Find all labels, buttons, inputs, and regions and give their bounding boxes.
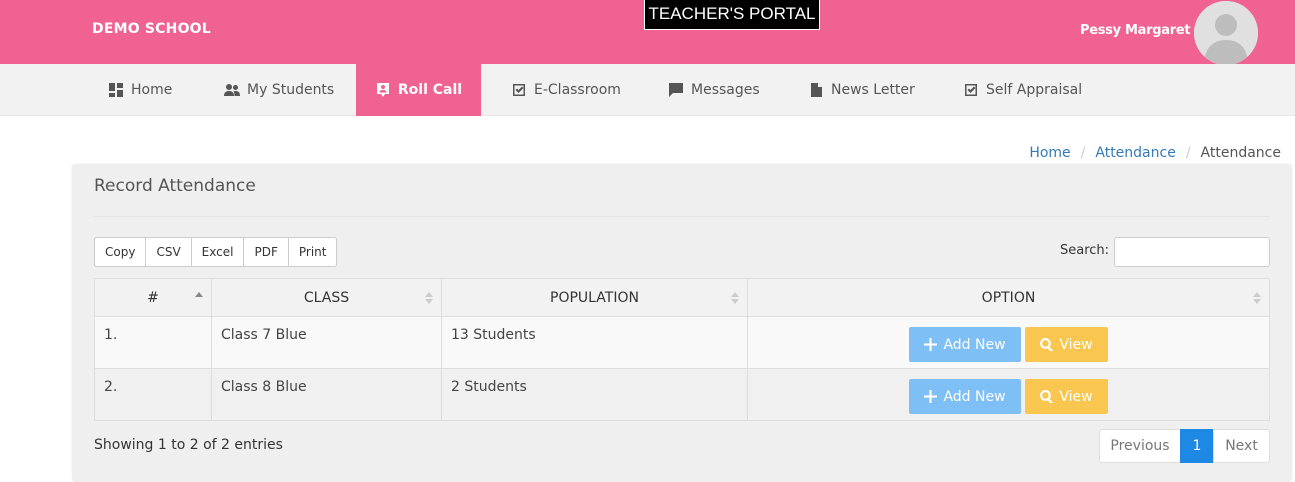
main-nav: Home My Students Roll Call E-Classroom M… — [0, 64, 1295, 116]
row-number: 1. — [94, 316, 212, 369]
nav-item-news-letter[interactable]: News Letter — [808, 64, 915, 116]
row-options: Add New View — [747, 368, 1270, 421]
column-header-class[interactable]: CLASS — [211, 278, 442, 317]
nav-label: E-Classroom — [534, 82, 621, 98]
sort-icon — [425, 292, 433, 304]
csv-button[interactable]: CSV — [145, 237, 192, 267]
table-header-row: # CLASS POPULATION OPTION — [94, 278, 1270, 317]
message-icon — [669, 83, 683, 97]
top-header: DEMO SCHOOL TEACHER'S PORTAL Pessy Marga… — [0, 0, 1295, 65]
excel-button[interactable]: Excel — [190, 237, 245, 267]
document-icon — [811, 83, 822, 97]
row-population: 13 Students — [441, 316, 748, 369]
view-button[interactable]: View — [1025, 379, 1108, 414]
people-icon — [224, 84, 240, 96]
checkbox-icon — [513, 84, 525, 96]
user-name: Pessy Margaret — [1080, 23, 1191, 38]
next-page-button[interactable]: Next — [1213, 429, 1270, 463]
add-new-button[interactable]: Add New — [909, 327, 1021, 362]
row-population: 2 Students — [441, 368, 748, 421]
breadcrumb-attendance[interactable]: Attendance — [1095, 145, 1175, 161]
nav-item-roll-call[interactable]: Roll Call — [356, 64, 481, 116]
search-input[interactable] — [1114, 237, 1270, 267]
nav-label: Home — [131, 82, 173, 98]
sort-icon — [1253, 292, 1261, 304]
plus-icon — [924, 338, 938, 351]
nav-item-e-classroom[interactable]: E-Classroom — [511, 64, 621, 116]
export-button-group: Copy CSV Excel PDF Print — [94, 237, 338, 267]
row-class: Class 7 Blue — [211, 316, 442, 369]
nav-label: Self Appraisal — [986, 82, 1083, 98]
user-menu-toggle[interactable]: Pessy Margaret — [1080, 23, 1203, 38]
row-options: Add New View — [747, 316, 1270, 369]
table-row: 1. Class 7 Blue 13 Students Add New View — [94, 316, 1270, 369]
nav-label: Messages — [691, 82, 760, 98]
divider — [94, 216, 1270, 217]
table-row: 2. Class 8 Blue 2 Students Add New View — [94, 368, 1270, 421]
breadcrumb: Home / Attendance / Attendance — [1029, 145, 1281, 161]
view-button[interactable]: View — [1025, 327, 1108, 362]
portal-title: TEACHER'S PORTAL — [644, 0, 820, 30]
previous-page-button[interactable]: Previous — [1099, 429, 1181, 463]
nav-label: News Letter — [831, 82, 915, 98]
nav-item-home[interactable]: Home — [108, 64, 172, 116]
row-number: 2. — [94, 368, 212, 421]
nav-label: Roll Call — [397, 82, 463, 98]
entries-info: Showing 1 to 2 of 2 entries — [94, 437, 283, 453]
print-button[interactable]: Print — [287, 237, 338, 267]
column-header-population[interactable]: POPULATION — [441, 278, 748, 317]
roll-call-icon — [376, 83, 389, 97]
plus-icon — [924, 390, 938, 403]
zoom-icon — [1040, 338, 1054, 351]
nav-label: My Students — [247, 82, 335, 98]
zoom-icon — [1040, 390, 1054, 403]
breadcrumb-separator: / — [1185, 145, 1191, 161]
breadcrumb-home[interactable]: Home — [1029, 145, 1070, 161]
nav-item-my-students[interactable]: My Students — [224, 64, 334, 116]
user-silhouette-icon — [1194, 1, 1258, 65]
row-class: Class 8 Blue — [211, 368, 442, 421]
attendance-table: # CLASS POPULATION OPTION 1. Class 7 Blu… — [94, 278, 1270, 421]
sort-icon — [731, 292, 739, 304]
pagination: Previous 1 Next — [1099, 429, 1270, 463]
panel-title: Record Attendance — [94, 176, 256, 196]
pdf-button[interactable]: PDF — [243, 237, 289, 267]
search-label: Search: — [1060, 243, 1110, 258]
school-brand[interactable]: DEMO SCHOOL — [92, 21, 211, 37]
nav-item-self-appraisal[interactable]: Self Appraisal — [963, 64, 1082, 116]
avatar[interactable] — [1194, 1, 1258, 65]
page-1-button[interactable]: 1 — [1180, 429, 1214, 463]
dashboard-icon — [109, 83, 123, 97]
column-header-option[interactable]: OPTION — [747, 278, 1270, 317]
copy-button[interactable]: Copy — [94, 237, 147, 267]
attendance-panel: Record Attendance Copy CSV Excel PDF Pri… — [72, 164, 1292, 482]
column-header-number[interactable]: # — [94, 278, 212, 317]
breadcrumb-separator: / — [1080, 145, 1086, 161]
checkbox-icon — [965, 84, 977, 96]
sort-asc-icon — [195, 292, 203, 304]
nav-item-messages[interactable]: Messages — [668, 64, 760, 116]
breadcrumb-current: Attendance — [1200, 145, 1281, 161]
add-new-button[interactable]: Add New — [909, 379, 1021, 414]
